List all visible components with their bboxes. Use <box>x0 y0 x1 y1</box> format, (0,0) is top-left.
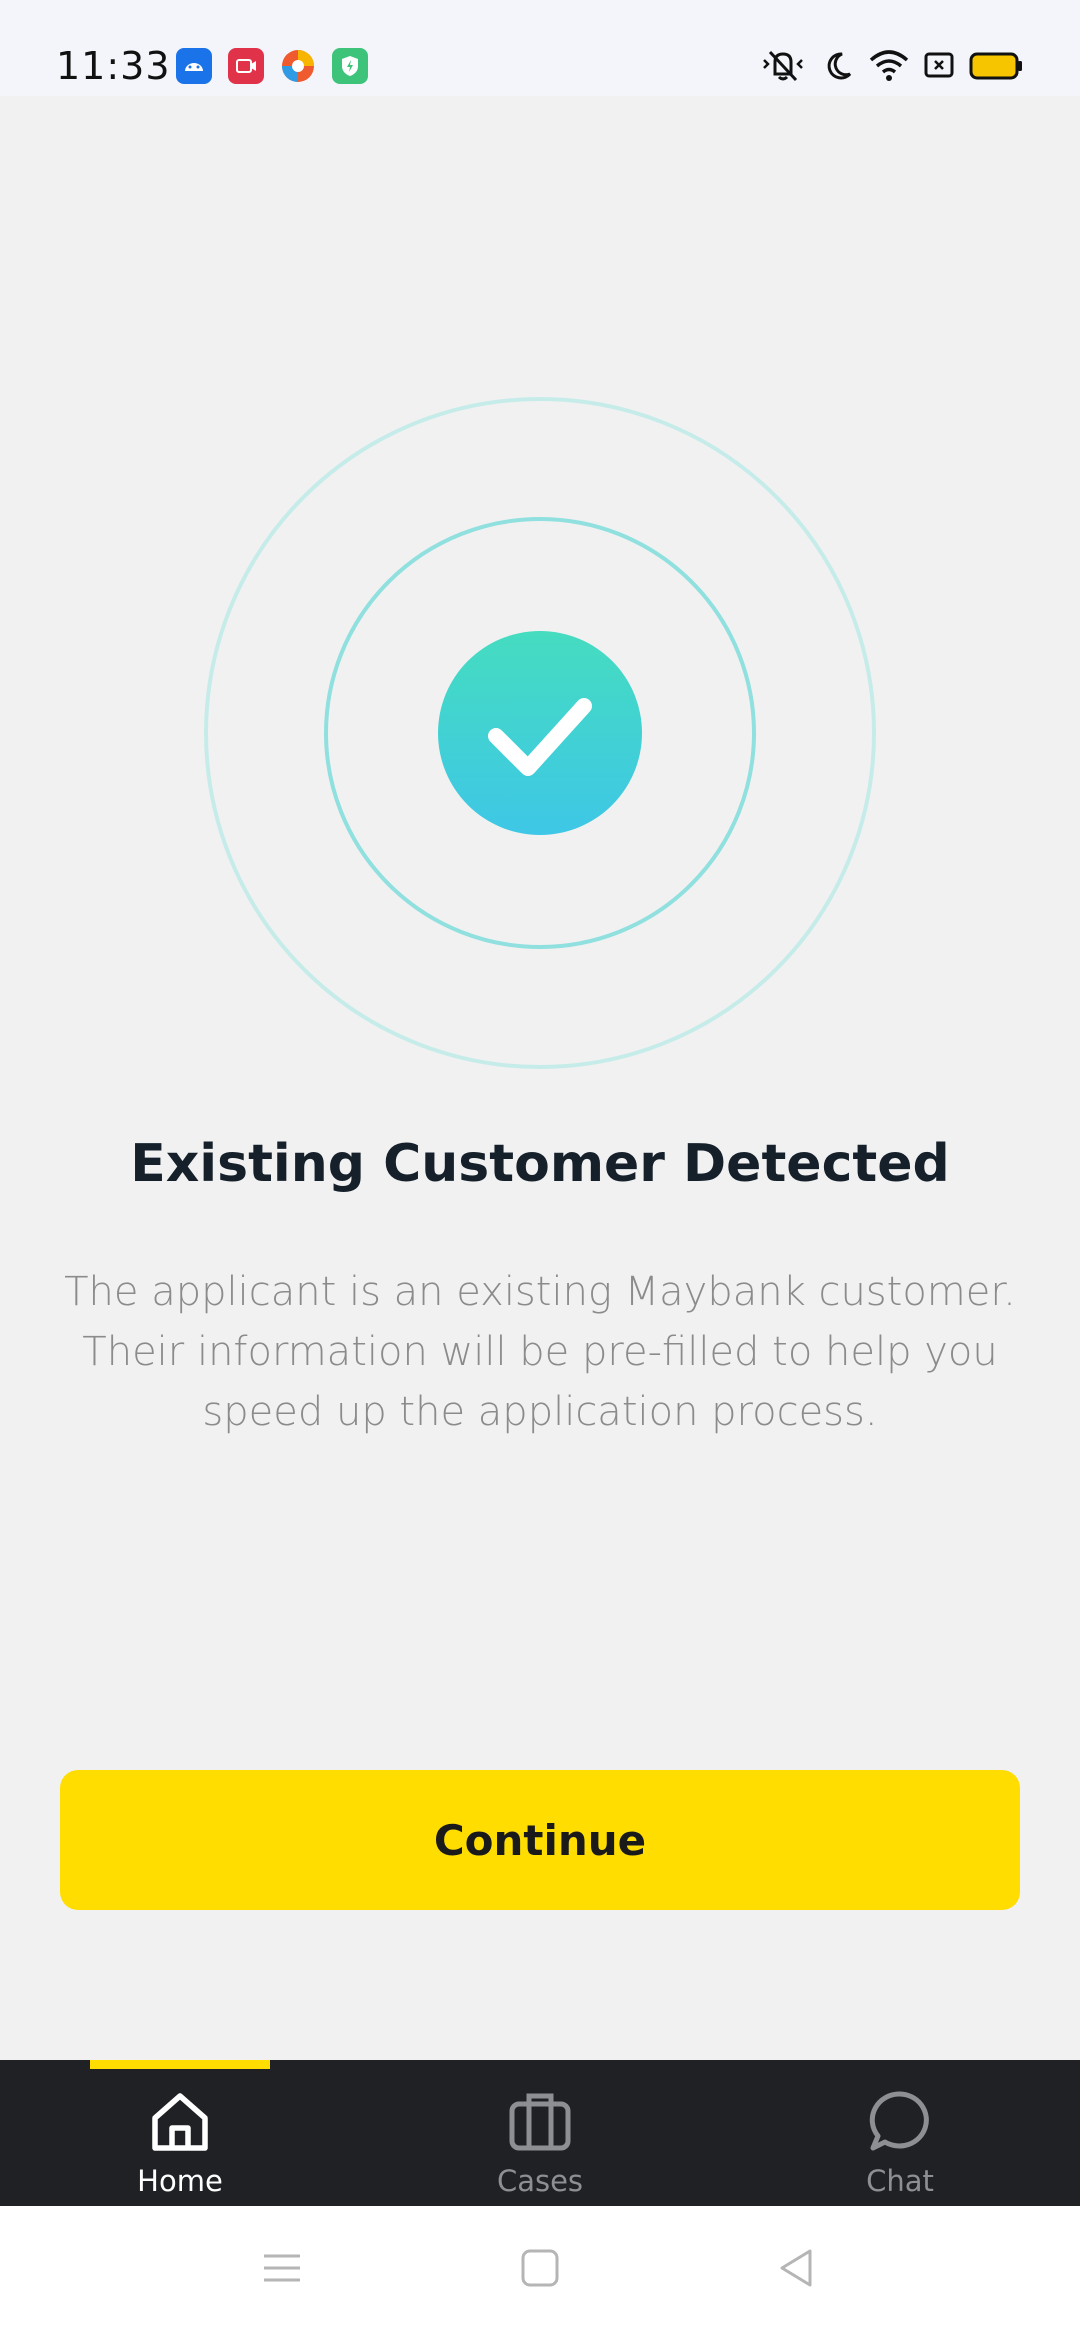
nav-label-home: Home <box>137 2164 223 2198</box>
continue-button[interactable]: Continue <box>60 1770 1020 1910</box>
check-circle <box>438 631 642 835</box>
description-text: The applicant is an existing Maybank cus… <box>64 1269 1016 1435</box>
system-icons <box>760 46 1040 86</box>
system-nav-bar <box>0 2206 1080 2340</box>
back-icon[interactable] <box>776 2248 816 2288</box>
nav-label-chat: Chat <box>866 2164 934 2198</box>
browser-icon <box>280 48 316 84</box>
status-time: 11:33 <box>56 44 171 88</box>
android-icon <box>176 48 212 84</box>
page-title: Existing Customer Detected <box>130 1134 950 1194</box>
chat-icon <box>869 2091 929 2151</box>
moon-icon <box>827 52 852 80</box>
nav-item-chat[interactable]: Chat <box>780 2080 1020 2206</box>
menu-icon[interactable] <box>262 2248 302 2288</box>
briefcase-icon <box>509 2093 571 2151</box>
nav-item-cases[interactable]: Cases <box>420 2080 660 2206</box>
battery-icon <box>969 52 1022 80</box>
success-graphic <box>204 397 876 1069</box>
vibrate-icon <box>763 50 803 82</box>
shield-icon <box>332 48 368 84</box>
home-square-icon[interactable] <box>520 2248 560 2288</box>
sim-icon <box>924 52 954 78</box>
active-tab-indicator <box>90 2060 270 2069</box>
nav-item-home[interactable]: Home <box>60 2080 300 2206</box>
wifi-icon <box>869 50 909 81</box>
nav-label-cases: Cases <box>496 2164 584 2198</box>
status-bar: 11:33 <box>0 0 1080 96</box>
video-recorder-icon <box>228 48 264 84</box>
home-icon <box>152 2093 208 2151</box>
